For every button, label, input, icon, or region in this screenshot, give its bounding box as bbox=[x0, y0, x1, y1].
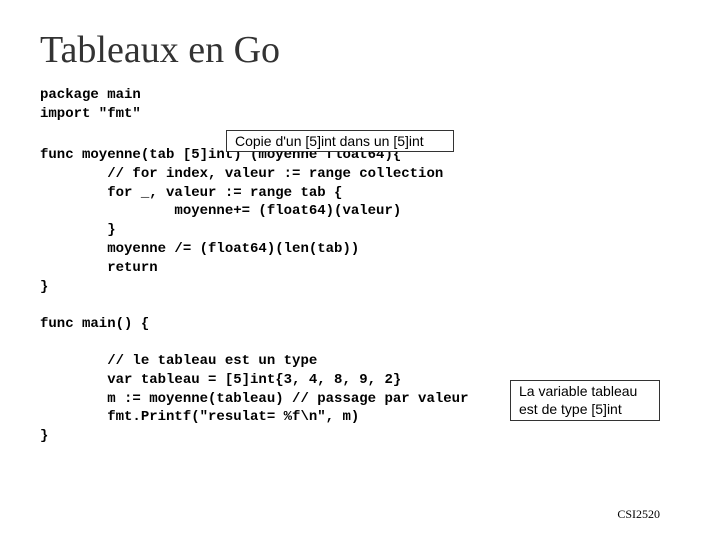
code-func-main-open: func main() { bbox=[40, 315, 680, 334]
code-package-import: package main import "fmt" bbox=[40, 86, 680, 124]
footer-course-code: CSI2520 bbox=[617, 507, 660, 522]
callout-copy-array: Copie d'un [5]int dans un [5]int bbox=[226, 130, 454, 152]
code-func-moyenne: func moyenne(tab [5]int) (moyenne float6… bbox=[40, 146, 680, 297]
slide-container: Tableaux en Go package main import "fmt"… bbox=[0, 0, 720, 540]
callout-variable-type: La variable tableau est de type [5]int bbox=[510, 380, 660, 421]
slide-title: Tableaux en Go bbox=[40, 28, 680, 72]
